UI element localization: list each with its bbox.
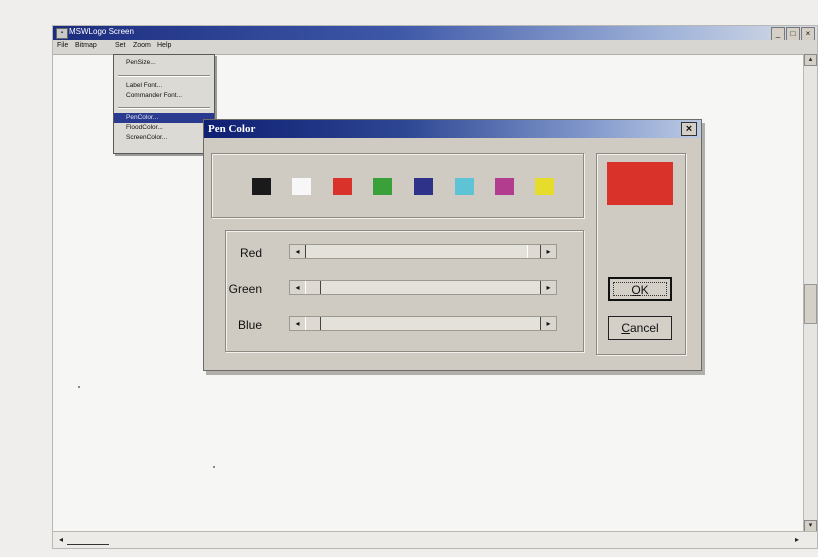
- color-preview: [607, 162, 673, 205]
- menu-zoom[interactable]: Zoom: [133, 42, 151, 49]
- menu-item-pencolor[interactable]: PenColor...: [114, 113, 214, 123]
- cancel-accelerator: C: [621, 321, 630, 335]
- slider-right-arrow-icon[interactable]: ▸: [540, 281, 556, 294]
- menu-separator: [118, 75, 210, 77]
- horizontal-scrollbar[interactable]: ◂ ▸: [53, 531, 817, 548]
- minimize-button[interactable]: _: [771, 27, 785, 41]
- pen-color-dialog: Pen Color × Red ◂ ▸ Green ◂ ▸ Blue ◂ ▸ O…: [203, 119, 702, 371]
- menu-help[interactable]: Help: [157, 42, 171, 49]
- palette-swatch-magenta[interactable]: [495, 178, 514, 195]
- slider-right-arrow-icon[interactable]: ▸: [540, 317, 556, 330]
- scroll-up-arrow-icon[interactable]: ▴: [804, 54, 817, 66]
- ok-label: K: [640, 283, 649, 297]
- menu-file[interactable]: File: [57, 42, 68, 49]
- dialog-close-button[interactable]: ×: [681, 122, 697, 136]
- menu-item-label-font[interactable]: Label Font...: [114, 81, 214, 91]
- menu-bitmap[interactable]: Bitmap: [75, 42, 97, 49]
- vertical-scrollbar[interactable]: ▴ ▾: [803, 54, 817, 532]
- slider-left-arrow-icon[interactable]: ◂: [290, 317, 306, 330]
- canvas-dot: [78, 386, 80, 388]
- app-title: MSWLogo Screen: [69, 27, 134, 36]
- canvas-dot: [213, 466, 215, 468]
- menu-item-screencolor[interactable]: ScreenColor...: [114, 133, 214, 143]
- slider-left-arrow-icon[interactable]: ◂: [290, 281, 306, 294]
- window-controls: _ □ ×: [771, 26, 815, 41]
- set-menu-dropdown: PenSize... Label Font... Commander Font.…: [113, 54, 215, 154]
- cancel-label: ancel: [629, 321, 659, 335]
- horizontal-scroll-thumb[interactable]: [67, 534, 109, 545]
- red-slider-label: Red: [239, 246, 262, 260]
- palette-swatch-white[interactable]: [292, 178, 311, 195]
- palette-swatch-yellow[interactable]: [535, 178, 554, 195]
- palette-swatch-red[interactable]: [333, 178, 352, 195]
- blue-slider-label: Blue: [237, 318, 262, 332]
- cancel-button[interactable]: Cancel: [608, 316, 672, 340]
- blue-slider[interactable]: ◂ ▸: [289, 316, 557, 331]
- palette-swatch-black[interactable]: [252, 178, 271, 195]
- green-slider-thumb[interactable]: [305, 281, 321, 294]
- maximize-button[interactable]: □: [786, 27, 800, 41]
- slider-left-arrow-icon[interactable]: ◂: [290, 245, 306, 258]
- dialog-titlebar[interactable]: Pen Color ×: [204, 120, 701, 138]
- menu-item-floodcolor[interactable]: FloodColor...: [114, 123, 214, 133]
- vertical-scroll-thumb[interactable]: [804, 284, 817, 324]
- scroll-right-arrow-icon[interactable]: ▸: [791, 534, 803, 546]
- palette-swatch-navy[interactable]: [414, 178, 433, 195]
- menu-separator: [118, 107, 210, 109]
- close-button[interactable]: ×: [801, 27, 815, 41]
- menu-item-pensize[interactable]: PenSize...: [114, 58, 214, 68]
- app-system-icon[interactable]: ▪: [56, 28, 68, 39]
- menu-item-commander-font[interactable]: Commander Font...: [114, 91, 214, 101]
- ok-button[interactable]: OK: [608, 277, 672, 301]
- menu-set[interactable]: Set: [115, 42, 126, 49]
- green-slider-label: Green: [228, 282, 262, 296]
- dialog-title: Pen Color: [208, 123, 256, 135]
- ok-accelerator: O: [631, 283, 641, 297]
- slider-right-arrow-icon[interactable]: ▸: [540, 245, 556, 258]
- scroll-left-arrow-icon[interactable]: ◂: [55, 534, 67, 546]
- green-slider[interactable]: ◂ ▸: [289, 280, 557, 295]
- blue-slider-thumb[interactable]: [305, 317, 321, 330]
- app-titlebar[interactable]: ▪ MSWLogo Screen _ □ ×: [53, 26, 817, 41]
- menubar: File Bitmap Set Zoom Help: [53, 40, 817, 55]
- palette-swatch-cyan[interactable]: [455, 178, 474, 195]
- palette-swatch-green[interactable]: [373, 178, 392, 195]
- red-slider[interactable]: ◂ ▸: [289, 244, 557, 259]
